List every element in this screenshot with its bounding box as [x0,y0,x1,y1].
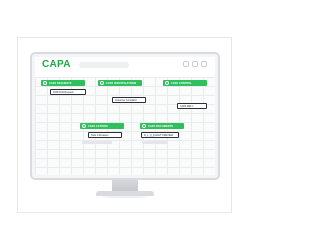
card-capa-requests[interactable]: CAPA REQUESTS [41,80,85,86]
phone-icon [100,81,104,85]
card-header: CAPA CONTROL [163,80,207,86]
top-icons [183,61,207,67]
field-text: CAPA REF 1 [180,104,194,108]
notification-icon[interactable] [183,61,189,67]
check-icon [82,124,86,128]
workflow-canvas: CAPA REQUESTS CAPA INVESTIGATIONS CAPA C… [35,77,215,175]
field-ncr-coa-request[interactable]: NCR/COA Request [50,89,86,95]
monitor: CAPA CAPA REQUESTS CAPA INVESTIGATIONS C… [30,52,220,180]
field-text: R_1_Q_QUALITY/REVIEW [144,133,174,137]
field-text: NCR/COA Request [53,90,74,94]
card-body [140,141,184,144]
top-bar: CAPA [35,57,215,75]
card-body [80,141,124,144]
card-header: CAPA ACTIONS [80,123,124,129]
placeholder-line [142,141,168,144]
card-header: CAPA DOCUMENTS [140,123,184,129]
card-capa-investigations[interactable]: CAPA INVESTIGATIONS [98,80,142,86]
field-capa-ref[interactable]: CAPA REF 1 [177,103,207,109]
field-text: Task 1 Reviewer [91,133,109,137]
monitor-stand-shadow [102,196,148,198]
settings-icon[interactable] [192,61,198,67]
card-capa-control[interactable]: CAPA CONTROL [163,80,207,86]
alert-icon [43,81,47,85]
card-title: CAPA CONTROL [171,81,193,85]
field-text: Customer Complaint [115,98,137,102]
search-bar[interactable] [79,62,129,68]
card-title: CAPA INVESTIGATIONS [106,81,137,85]
placeholder-line [82,141,112,144]
card-title: CAPA ACTIONS [88,124,108,128]
app-logo: CAPA [42,59,71,70]
card-header: CAPA REQUESTS [41,80,85,86]
card-title: CAPA REQUESTS [49,81,72,85]
document-icon [142,124,146,128]
card-header: CAPA INVESTIGATIONS [98,80,142,86]
user-icon[interactable] [201,61,207,67]
field-customer-complaint[interactable]: Customer Complaint [112,97,146,103]
field-task-reviewer[interactable]: Task 1 Reviewer [88,132,122,138]
gear-icon [165,81,169,85]
app-screen: CAPA CAPA REQUESTS CAPA INVESTIGATIONS C… [35,57,215,175]
field-quality-review[interactable]: R_1_Q_QUALITY/REVIEW [141,132,179,138]
card-title: CAPA DOCUMENTS [148,124,174,128]
